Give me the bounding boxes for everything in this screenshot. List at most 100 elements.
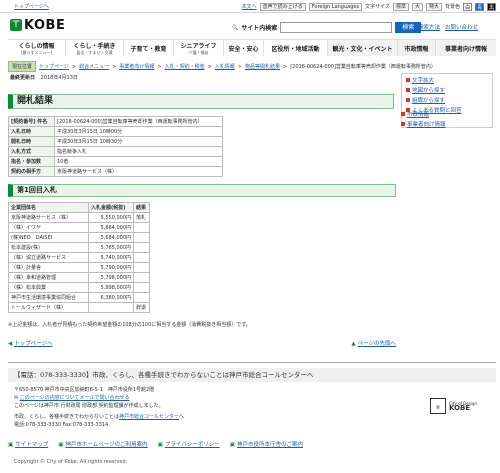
footer-contact-line: ✉ このページの内容についてメールで問い合わせる	[14, 394, 130, 401]
right-link-item[interactable]: 市政情報	[401, 110, 493, 118]
last-updated: 最終更新日 2018年4月13日	[10, 74, 78, 81]
right-link-item[interactable]: 地図から探す	[406, 86, 488, 94]
bg-white-button[interactable]: 白	[463, 2, 472, 11]
arrow-up-icon: ▲	[351, 341, 356, 347]
table-row: 神戸市生活環境事業協同組合 6,380,000円	[8, 292, 150, 303]
mail-contact-link[interactable]: このページの内容についてメールで問い合わせる	[20, 395, 130, 401]
bid-amount: 5,684,000円	[88, 232, 134, 243]
city-hall-guide-link[interactable]: 神戸市役所本庁舎のご案内	[237, 442, 303, 448]
breadcrumb-link[interactable]: トップページ	[39, 63, 69, 70]
gnav-item-living-info[interactable]: くらしの情報 [暮らすメニュー]	[8, 40, 66, 56]
table-value: 平成30年3月15日 10時30分	[54, 136, 223, 147]
logo-text: KOBE	[24, 17, 66, 33]
call-note-tail: へ	[179, 414, 185, 420]
font-large-button[interactable]: 大	[411, 2, 423, 11]
gnav-title: くらし・手続き	[73, 42, 116, 50]
sitemap-link[interactable]: サイトマップ	[15, 442, 48, 448]
gnav-item-city-info[interactable]: 市政情報	[398, 40, 436, 56]
table-row: トールウィザード（株） 辞退	[8, 302, 150, 313]
breadcrumb-separator: >	[157, 63, 162, 70]
breadcrumb-link[interactable]: 入札・契約・税金	[165, 63, 205, 70]
contact-link[interactable]: お問い合わせ	[445, 23, 478, 31]
gnav-item-senior[interactable]: シニアライフ 介護・福祉	[174, 40, 224, 56]
table-row: （株）松本興業 5,898,000円	[8, 282, 150, 293]
call-center-link[interactable]: 神戸市総合コールセンター	[119, 414, 179, 420]
square-bullet-icon	[406, 78, 410, 82]
right-link[interactable]: 文字拡大	[412, 76, 434, 84]
breadcrumb-link[interactable]: 事業者向け情報	[119, 63, 154, 70]
last-updated-date: 2018年4月13日	[40, 75, 78, 81]
bid-amount: 6,380,000円	[88, 292, 134, 303]
table-key: 契約の相手方	[8, 166, 55, 177]
bg-black-button[interactable]: 黒	[487, 2, 496, 11]
gnav-title: 市政情報	[404, 45, 429, 53]
header-links: 検索方法 お問い合わせ	[418, 23, 478, 31]
bid-result	[133, 232, 150, 243]
bid-amount: 5,664,000円	[88, 222, 134, 233]
font-normal-button[interactable]: 標準	[392, 2, 409, 11]
arrow-icon: ◀	[8, 341, 13, 347]
bidder-name: トールウィザード（株）	[8, 302, 89, 313]
breadcrumb-link[interactable]: 総合メニュー	[79, 63, 109, 70]
bottom-link-item[interactable]: ▣ プライバシーポリシー	[158, 440, 220, 448]
square-arrow-icon: ▣	[58, 442, 64, 448]
breadcrumb-separator: >	[207, 63, 212, 70]
breadcrumb-link[interactable]: 物品等開札結果	[245, 63, 280, 70]
breadcrumb-separator: >	[71, 63, 77, 70]
gnav-item-business[interactable]: 事業者向け情報	[436, 40, 496, 56]
bid-amount: 5,790,000円	[88, 262, 134, 273]
bottom-link-item[interactable]: ▣ 神戸市役所本庁舎のご案内	[230, 440, 303, 448]
table-row: 契約の相手方 京阪神道路サービス（株）	[8, 166, 223, 177]
gnav-sub: 介護・福祉	[188, 49, 209, 55]
gnav-item-childcare[interactable]: 子育て・教育	[124, 40, 174, 56]
gnav-item-safety[interactable]: 安全・安心	[224, 40, 264, 56]
search-help-link[interactable]: 検索方法	[418, 23, 440, 31]
top-page-link[interactable]: トップページへ	[14, 3, 49, 10]
top-page-link[interactable]: トップページへ	[14, 341, 52, 347]
kobe-logo[interactable]: ⊤ KOBE	[10, 17, 66, 33]
main-text-link[interactable]: 本文へ	[242, 3, 257, 10]
square-bullet-icon	[401, 112, 405, 116]
right-link[interactable]: 市政情報	[407, 110, 429, 118]
table-key: 入札日時	[8, 126, 55, 137]
table-value: [2018-00624-000]営業自転車等売却作業（西運転事務所管内）	[54, 116, 223, 127]
seal-text: City of Design KOBE	[449, 401, 477, 412]
accessibility-tools: 本文へ 音声で読み上げる Foreign Languages 文字サイズ 標準 …	[242, 2, 496, 11]
gnav-item-ward[interactable]: 区役所・地域活動	[264, 40, 328, 56]
bottom-link-item[interactable]: ▣ サイトマップ	[8, 440, 48, 448]
right-link[interactable]: 地図から探す	[412, 86, 445, 94]
bidder-name: 神戸市生活環境事業協同組合	[8, 292, 89, 303]
font-xlarge-button[interactable]: 特大	[425, 2, 442, 11]
search-label: サイト内検索	[241, 25, 278, 32]
right-link-item[interactable]: 文字拡大	[406, 76, 488, 84]
language-button[interactable]: Foreign Languages	[308, 2, 363, 11]
right-link[interactable]: 事業者向け情報	[407, 120, 446, 128]
bottom-link-item[interactable]: ▣ 神戸市ホームページのご利用案内	[58, 440, 147, 448]
search-input[interactable]	[280, 22, 393, 33]
usage-guide-link[interactable]: 神戸市ホームページのご利用案内	[65, 442, 147, 448]
privacy-policy-link[interactable]: プライバシーポリシー	[165, 442, 220, 448]
bottom-links: ▣ サイトマップ ▣ 神戸市ホームページのご利用案内 ▣ プライバシーポリシー ▣ 神戸…	[8, 440, 303, 448]
table-key: 開札日時	[8, 136, 55, 147]
seal-line2: KOBE	[449, 404, 471, 412]
breadcrumb-separator: >	[283, 63, 288, 70]
breadcrumb-here-label: 現在位置	[8, 61, 37, 72]
table-row: （株）幸和道路管理 5,798,000円	[8, 272, 150, 283]
gnav-title: 観光・文化・イベント	[332, 45, 393, 53]
right-link-item[interactable]: 事業者向け情報	[401, 120, 493, 128]
table-row: 松本建設(株) 5,765,000円	[8, 242, 150, 253]
gnav-item-tourism[interactable]: 観光・文化・イベント	[328, 40, 398, 56]
read-aloud-button[interactable]: 音声で読み上げる	[259, 2, 306, 11]
right-link[interactable]: 組織から探す	[412, 96, 445, 104]
footer-tel: 電話:078-333-3330 Fax:078-333-3314	[14, 422, 109, 428]
page-top-nav[interactable]: ▲ ページの先頭へ	[351, 339, 396, 347]
top-page-nav[interactable]: ◀ トップページへ	[8, 339, 53, 347]
gnav-item-procedures[interactable]: くらし・手続き 届出・すまい・交通	[66, 40, 124, 56]
bid-result	[133, 292, 150, 303]
right-link-item[interactable]: 組織から探す	[406, 96, 488, 104]
page-top-link[interactable]: ページの先頭へ	[358, 341, 396, 347]
table-value: 指名競争入札	[54, 146, 223, 157]
breadcrumb-link[interactable]: 入札情報	[215, 63, 235, 70]
bidder-name: （株）協立道路サービス	[8, 252, 89, 263]
bg-blue-button[interactable]: 青	[475, 2, 484, 11]
